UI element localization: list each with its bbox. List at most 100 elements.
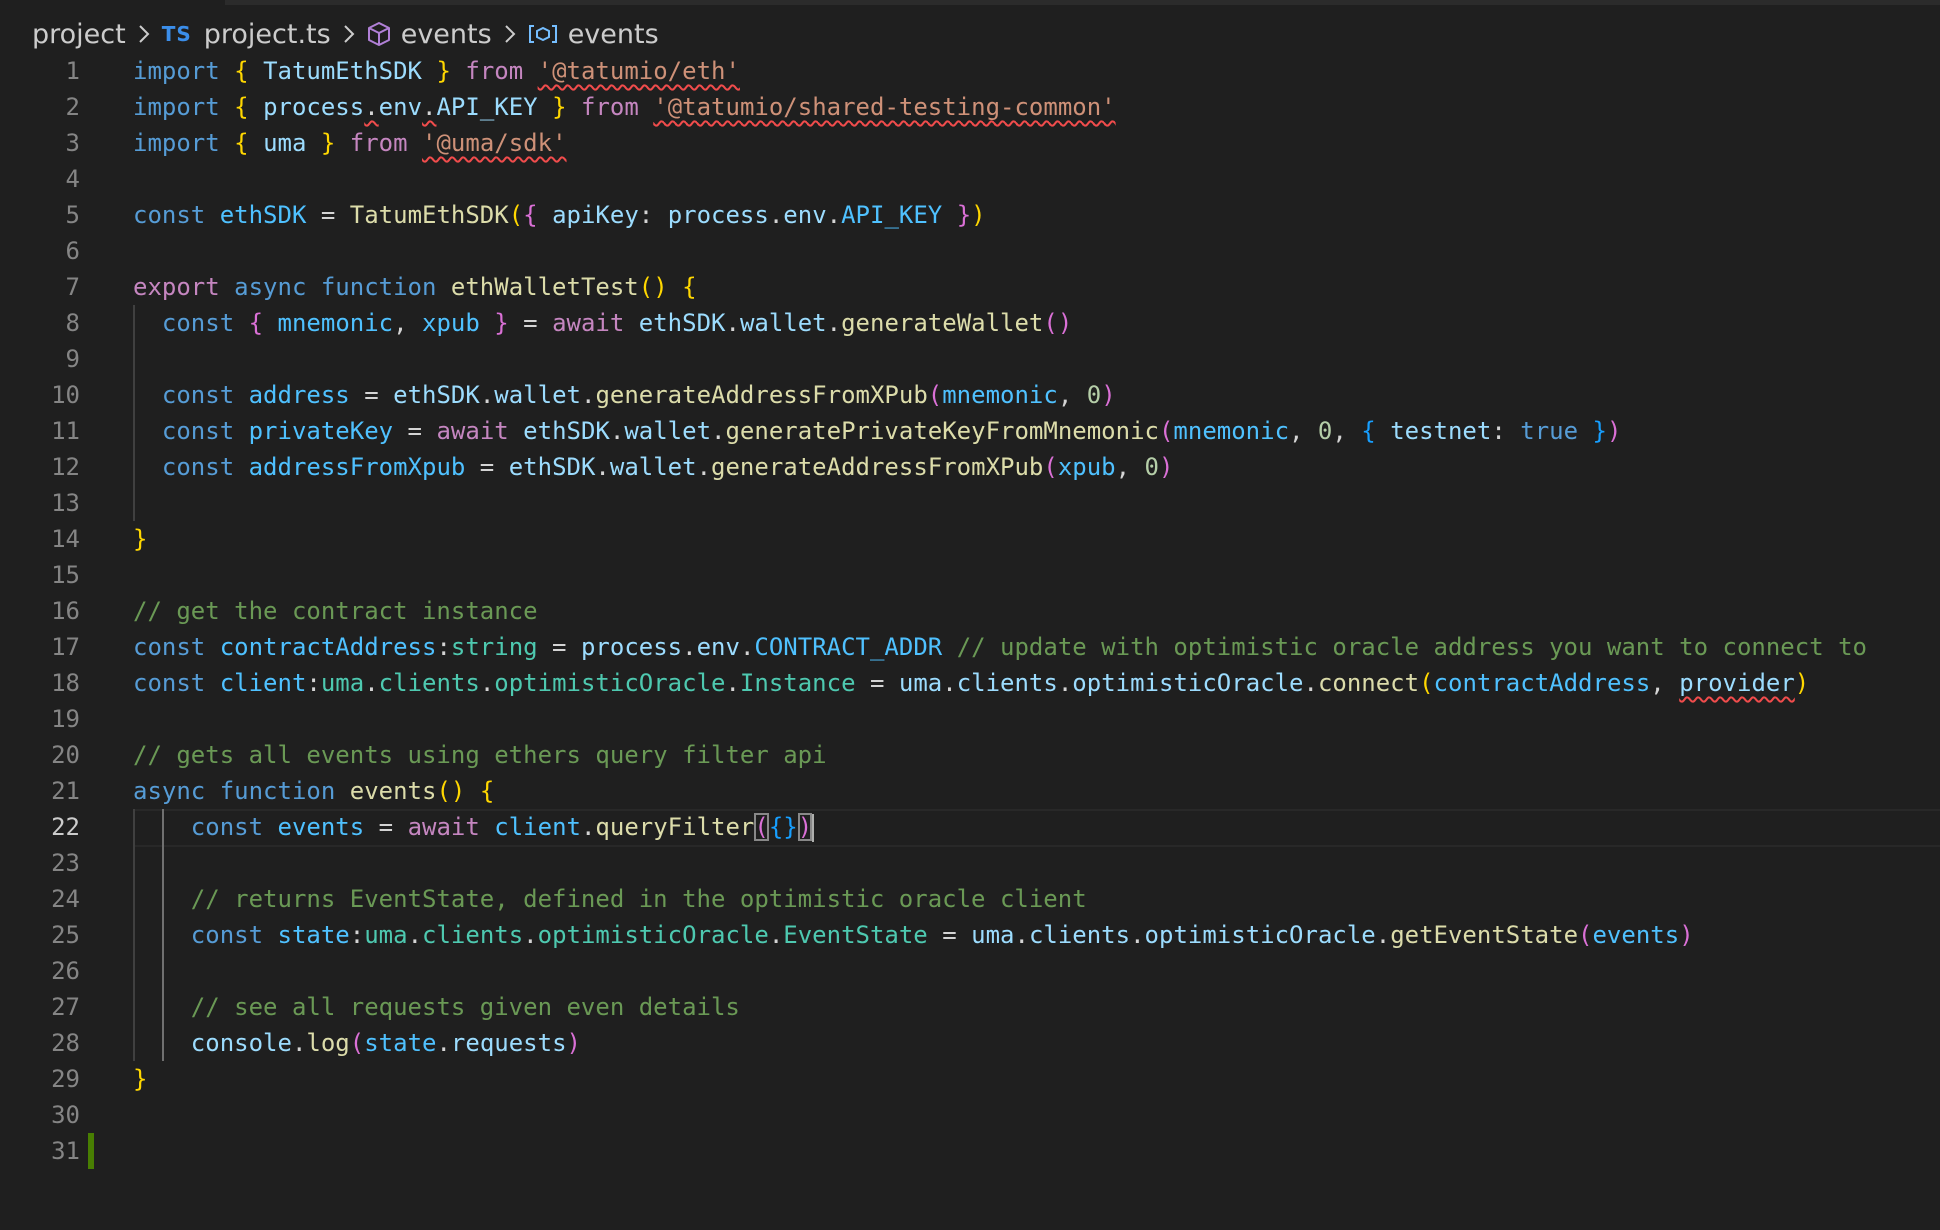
code-token: optimisticOracle [494,669,726,697]
code-line[interactable]: // gets all events using ethers query fi… [133,737,827,773]
code-token: import [133,57,220,85]
line-number: 14 [51,525,80,553]
code-token: = [927,921,972,949]
code-token: = [393,417,437,445]
code-token: clients [422,921,524,949]
code-token: . [580,381,596,409]
chevron-right-icon [132,24,156,44]
code-token: const [133,669,206,697]
line-number: 20 [51,741,80,769]
code-line[interactable]: // get the contract instance [133,593,538,629]
code-token: } [436,57,451,85]
code-token: . [407,921,423,949]
line-number: 13 [51,489,80,517]
code-token: // update with optimistic oracle address… [956,633,1867,661]
code-token: Instance [739,669,856,697]
code-line[interactable]: const state:uma.clients.optimisticOracle… [133,917,1694,953]
breadcrumb-item-project[interactable]: project [32,19,126,50]
code-token: import [133,93,220,121]
code-token: events [277,813,365,841]
indent-guide [161,809,164,1061]
code-token: : [436,633,451,661]
code-token: // see all requests given even details [190,993,740,1021]
code-token: // get the contract instance [133,597,538,625]
code-line[interactable]: console.log(state.requests) [133,1025,581,1061]
code-token: ethSDK [393,381,480,409]
git-added-indicator[interactable] [88,1133,94,1169]
code-token: . [479,669,495,697]
code-token: . [739,633,755,661]
code-token: ) [797,813,813,841]
breadcrumb-label: project.ts [203,18,331,50]
code-token: = [364,813,408,841]
code-line[interactable]: const client:uma.clients.optimisticOracl… [133,665,1809,701]
code-token: state [277,921,350,949]
code-token: . [696,453,712,481]
code-token: addressFromXpub [248,453,466,481]
code-token: . [364,669,379,697]
code-token: privateKey [248,417,394,445]
code-token: ( [508,201,524,229]
line-number: 31 [51,1137,80,1165]
code-line[interactable]: } [133,521,147,557]
code-token: requests [450,1029,567,1057]
code-line[interactable]: import { uma } from '@uma/sdk' [133,125,567,161]
code-line[interactable]: const address = ethSDK.wallet.generateAd… [133,377,1116,413]
code-token: const [133,633,206,661]
code-token: 0 [1317,417,1333,445]
code-token: const [161,309,235,337]
code-token: } [133,1065,148,1093]
code-token: { [523,201,538,229]
code-token: , [393,309,423,337]
code-token: uma [898,669,943,697]
breadcrumb-label: events [567,18,659,50]
code-line[interactable]: const addressFromXpub = ethSDK.wallet.ge… [133,449,1174,485]
code-token: wallet [609,453,697,481]
code-line[interactable]: const events = await client.queryFilter(… [133,809,815,845]
code-line[interactable]: } [133,1061,147,1097]
line-number: 5 [65,201,80,229]
breadcrumb: project TS project.ts events events [32,14,659,54]
code-token: // returns EventState, defined in the op… [190,885,1087,913]
code-line[interactable]: const contractAddress:string = process.e… [133,629,1867,665]
code-editor[interactable]: 1 2 3 4 5 6 7 8 9 10 11 12 13 14 15 16 17 18 19 20 21 22 23 24 2… [0,53,1940,1230]
code-line[interactable]: export async function ethWalletTest() { [133,269,697,305]
code-line[interactable]: // returns EventState, defined in the op… [133,881,1087,917]
code-token: { [682,273,697,301]
code-line[interactable]: const { mnemonic, xpub } = await ethSDK.… [133,305,1072,341]
code-line[interactable]: async function events() { [133,773,494,809]
code-token: . [768,921,784,949]
code-token: testnet [1390,417,1492,445]
code-token: : [349,921,365,949]
code-line[interactable]: import { TatumEthSDK } from '@tatumio/et… [133,53,740,89]
code-token: , [1289,417,1318,445]
breadcrumb-item-file[interactable]: TS project.ts [162,19,331,50]
code-token: const [190,813,264,841]
code-token: API_KEY [436,93,538,121]
breadcrumb-item-module[interactable]: events [367,19,492,50]
breadcrumb-item-symbol[interactable]: events [528,19,659,50]
code-line[interactable]: import { process.env.API_KEY } from '@ta… [133,89,1116,125]
code-token: client [494,813,581,841]
code-line[interactable]: const privateKey = await ethSDK.wallet.g… [133,413,1622,449]
code-line[interactable]: // see all requests given even details [133,989,740,1025]
code-token: mnemonic [277,309,394,337]
code-token: address [248,381,350,409]
code-token: console [190,1029,292,1057]
code-token: { [234,57,249,85]
code-token: { [234,93,249,121]
line-number: 16 [51,597,80,625]
code-line[interactable]: const ethSDK = TatumEthSDK({ apiKey: pro… [133,197,986,233]
